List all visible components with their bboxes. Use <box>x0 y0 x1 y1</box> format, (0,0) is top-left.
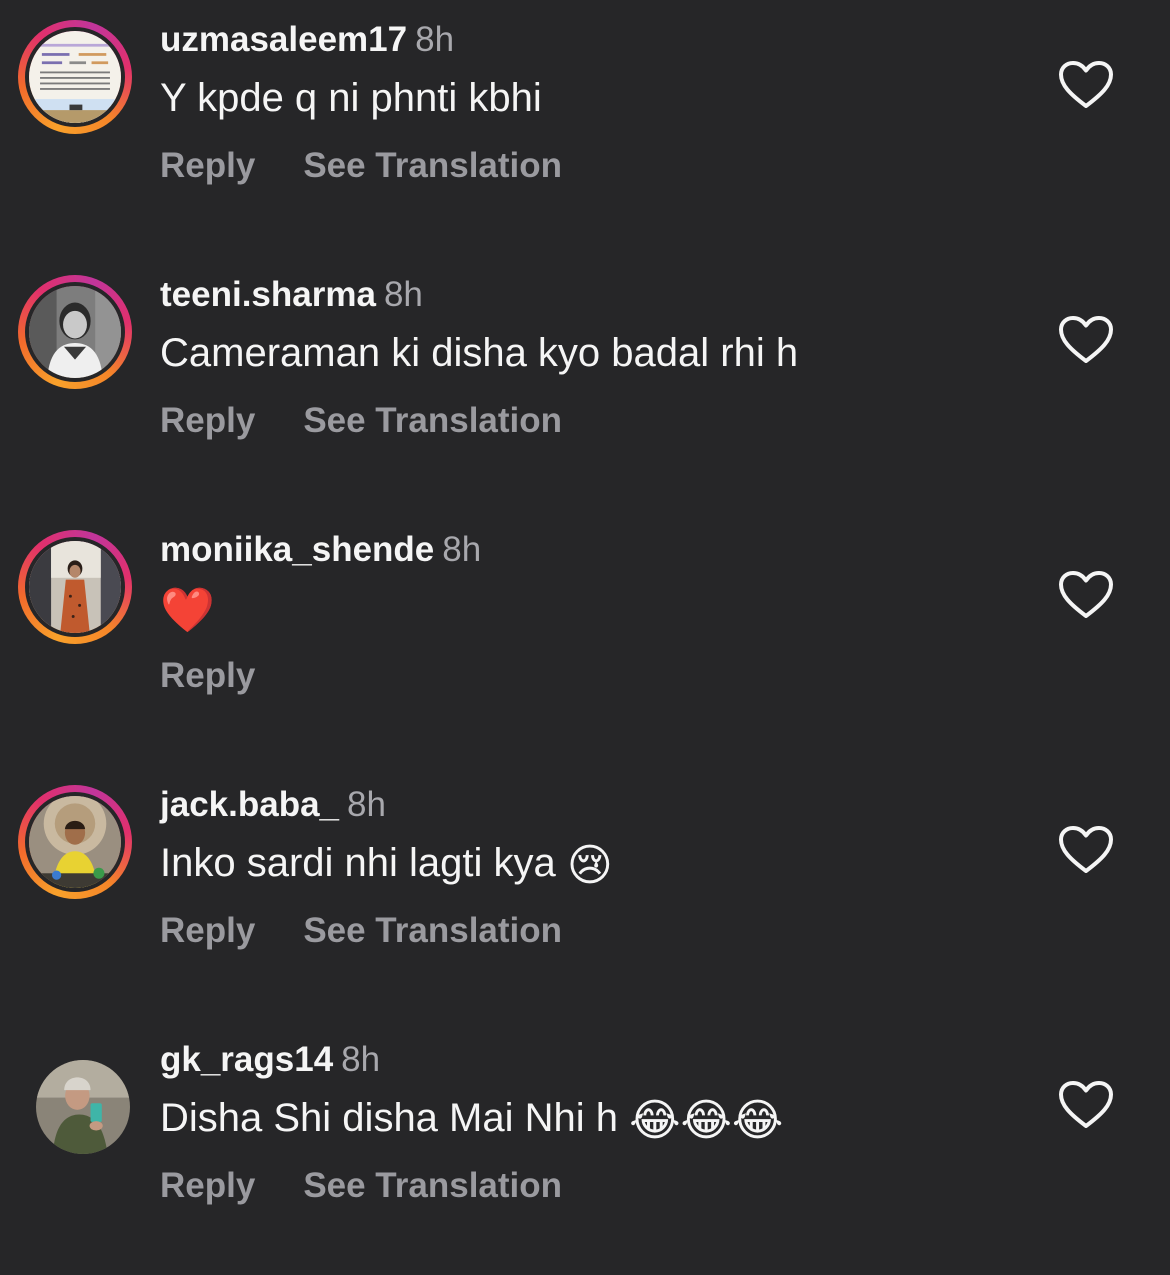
avatar[interactable] <box>36 1060 130 1154</box>
comment-actions: Reply <box>160 654 255 698</box>
reply-button[interactable]: Reply <box>160 146 255 185</box>
avatar[interactable] <box>25 792 125 892</box>
reply-button[interactable]: Reply <box>160 911 255 950</box>
comment-meta: moniika_shende 8h <box>160 528 481 572</box>
comment-actions: Reply See Translation <box>160 144 562 188</box>
see-translation-button[interactable]: See Translation <box>303 911 562 950</box>
comment-item: gk_rags14 8h Disha Shi disha Mai Nhi h 😂😂… <box>0 1020 1170 1275</box>
comment-text-body: Disha Shi disha Mai Nhi h <box>160 1096 630 1140</box>
reply-button[interactable]: Reply <box>160 401 255 440</box>
heart-outline-icon[interactable] <box>1058 825 1114 875</box>
comment-text-body: Inko sardi nhi lagti kya <box>160 841 567 885</box>
comment-item: moniika_shende 8h ❤️ Reply <box>0 510 1170 765</box>
avatar-story-ring[interactable] <box>18 785 132 899</box>
reply-button[interactable]: Reply <box>160 656 255 695</box>
heart-outline-icon[interactable] <box>1058 1080 1114 1130</box>
heart-outline-icon[interactable] <box>1058 60 1114 110</box>
comment-emoji: 😂😂😂 <box>629 1096 784 1145</box>
comment-text: Y kpde q ni phnti kbhi <box>160 72 542 127</box>
comment-meta: uzmasaleem17 8h <box>160 18 454 62</box>
comment-text: Cameraman ki disha kyo badal rhi h <box>160 327 798 382</box>
comment-time: 8h <box>415 20 455 59</box>
reply-button[interactable]: Reply <box>160 1166 255 1205</box>
see-translation-button[interactable]: See Translation <box>303 1166 562 1205</box>
comment-meta: teeni.sharma 8h <box>160 273 423 317</box>
username-link[interactable]: teeni.sharma <box>160 275 376 314</box>
comment-text: Disha Shi disha Mai Nhi h 😂😂😂 <box>160 1092 783 1147</box>
comment-time: 8h <box>341 1040 381 1079</box>
comment-text: Inko sardi nhi lagti kya 😢 <box>160 837 613 892</box>
avatar-story-ring[interactable] <box>18 275 132 389</box>
comment-text: ❤️ <box>160 582 215 637</box>
heart-outline-icon[interactable] <box>1058 570 1114 620</box>
comment-actions: Reply See Translation <box>160 399 562 443</box>
see-translation-button[interactable]: See Translation <box>303 146 562 185</box>
comment-meta: gk_rags14 8h <box>160 1038 380 1082</box>
avatar-story-ring[interactable] <box>18 530 132 644</box>
comment-actions: Reply See Translation <box>160 909 562 953</box>
comment-text-body: Y kpde q ni phnti kbhi <box>160 76 542 120</box>
comment-time: 8h <box>442 530 482 569</box>
comment-item: jack.baba_ 8h Inko sardi nhi lagti kya 😢 … <box>0 765 1170 1020</box>
comment-emoji: 😢 <box>566 841 613 890</box>
comment-item: teeni.sharma 8h Cameraman ki disha kyo ba… <box>0 255 1170 510</box>
comment-actions: Reply See Translation <box>160 1164 562 1208</box>
avatar-story-ring[interactable] <box>18 20 132 134</box>
comment-meta: jack.baba_ 8h <box>160 783 386 827</box>
avatar[interactable] <box>25 537 125 637</box>
avatar-wrapper[interactable] <box>18 1040 132 1154</box>
avatar[interactable] <box>25 27 125 127</box>
comment-time: 8h <box>383 275 423 314</box>
comment-emoji: ❤️ <box>160 586 215 635</box>
heart-outline-icon[interactable] <box>1058 315 1114 365</box>
username-link[interactable]: gk_rags14 <box>160 1040 333 1079</box>
comment-time: 8h <box>347 785 386 824</box>
avatar[interactable] <box>25 282 125 382</box>
username-link[interactable]: moniika_shende <box>160 530 434 569</box>
see-translation-button[interactable]: See Translation <box>303 401 562 440</box>
comment-text-body: Cameraman ki disha kyo badal rhi h <box>160 331 799 375</box>
username-link[interactable]: uzmasaleem17 <box>160 20 407 59</box>
username-link[interactable]: jack.baba_ <box>160 785 339 824</box>
comment-item: uzmasaleem17 8h Y kpde q ni phnti kbhi Re… <box>0 0 1170 255</box>
